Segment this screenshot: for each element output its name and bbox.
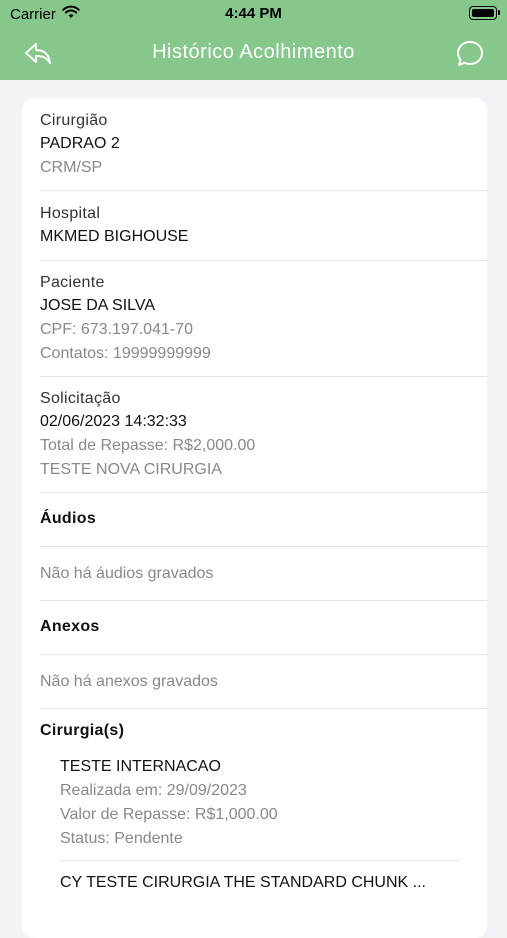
- request-label: Solicitação: [40, 390, 121, 407]
- request-section: Solicitação 02/06/2023 14:32:33 Total de…: [40, 377, 487, 493]
- audios-empty-row: Não há áudios gravados: [40, 547, 487, 601]
- audios-label: Áudios: [40, 510, 97, 527]
- surgery-repass-value: Valor de Repasse: R$1,000.00: [60, 806, 278, 823]
- chat-bubble-icon[interactable]: [455, 39, 485, 69]
- surgeries-label: Cirurgia(s): [40, 722, 125, 739]
- hospital-name: MKMED BIGHOUSE: [40, 228, 189, 245]
- hospital-label: Hospital: [40, 205, 101, 222]
- surgeon-section: Cirurgião PADRAO 2 CRM/SP: [40, 98, 487, 191]
- attachments-empty-text: Não há anexos gravados: [40, 673, 218, 690]
- patient-section: Paciente JOSE DA SILVA CPF: 673.197.041-…: [40, 261, 487, 377]
- surgeon-crm: CRM/SP: [40, 159, 103, 176]
- request-description: TESTE NOVA CIRURGIA: [40, 461, 222, 478]
- request-total: Total de Repasse: R$2,000.00: [40, 437, 256, 454]
- attachments-header: Anexos: [40, 601, 487, 655]
- surgery-performed-date: Realizada em: 29/09/2023: [60, 782, 247, 799]
- audios-empty-text: Não há áudios gravados: [40, 565, 214, 582]
- surgery-name: CY TESTE CIRURGIA THE STANDARD CHUNK ...: [60, 874, 426, 891]
- surgery-divider: [60, 860, 458, 861]
- patient-label: Paciente: [40, 274, 105, 291]
- request-datetime: 02/06/2023 14:32:33: [40, 413, 187, 430]
- hospital-section: Hospital MKMED BIGHOUSE: [40, 191, 487, 261]
- navigation-bar: Histórico Acolhimento: [0, 28, 507, 80]
- status-bar: Carrier 4:44 PM: [0, 0, 507, 28]
- history-card: Cirurgião PADRAO 2 CRM/SP Hospital MKMED…: [22, 98, 487, 938]
- patient-contacts: Contatos: 19999999999: [40, 345, 211, 362]
- clock: 4:44 PM: [225, 5, 282, 22]
- surgery-name: TESTE INTERNACAO: [60, 758, 221, 775]
- surgeon-name: PADRAO 2: [40, 135, 120, 152]
- surgeon-label: Cirurgião: [40, 112, 108, 129]
- attachments-label: Anexos: [40, 618, 100, 635]
- patient-cpf: CPF: 673.197.041-70: [40, 321, 193, 338]
- surgery-item[interactable]: CY TESTE CIRURGIA THE STANDARD CHUNK ...: [60, 874, 460, 898]
- attachments-empty-row: Não há anexos gravados: [40, 655, 487, 709]
- patient-name: JOSE DA SILVA: [40, 297, 156, 314]
- battery-icon: [469, 6, 500, 20]
- audios-header: Áudios: [40, 493, 487, 547]
- surgery-status: Status: Pendente: [60, 830, 183, 847]
- surgery-item[interactable]: TESTE INTERNACAO Realizada em: 29/09/202…: [60, 758, 460, 858]
- page-title: Histórico Acolhimento: [152, 41, 355, 63]
